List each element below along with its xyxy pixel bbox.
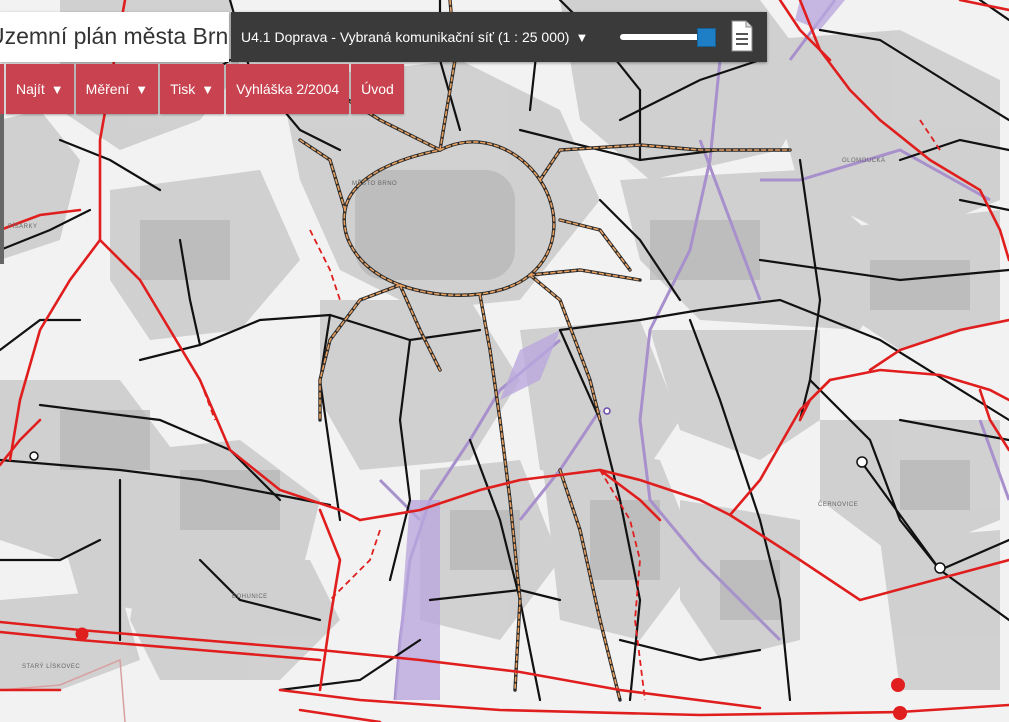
place-label-pisarky: PÍSÁRKY [8, 223, 38, 230]
side-panel-edge[interactable] [0, 114, 4, 264]
opacity-slider-track[interactable] [620, 34, 708, 40]
place-label-stary-liskovec: STARÝ LÍSKOVEC [22, 663, 80, 670]
chevron-down-icon: ▼ [50, 82, 64, 97]
place-label-olomoucka: OLOMOUCKÁ [842, 157, 886, 164]
menu-item-label: Tisk [170, 81, 196, 97]
layer-select-label: U4.1 Doprava - Vybraná komunikační síť (… [241, 29, 570, 45]
menu-item-label: Měření [85, 81, 130, 97]
opacity-slider-thumb[interactable] [697, 28, 716, 47]
menu-item-tisk[interactable]: Tisk ▼ [160, 64, 225, 114]
main-menu: Najít ▼ Měření ▼ Tisk ▼ Vyhláška 2/2004 Úvo… [0, 64, 406, 114]
place-label-bohunice: BOHUNICE [232, 594, 268, 600]
document-icon[interactable] [730, 20, 754, 52]
chevron-down-icon: ▼ [135, 82, 149, 97]
chevron-down-icon: ▼ [575, 30, 589, 45]
app-title: Územní plán města Brna [0, 23, 229, 49]
layer-toolbar: U4.1 Doprava - Vybraná komunikační síť (… [231, 12, 767, 62]
place-label-cernovice: ČERNOVICE [818, 501, 858, 508]
menu-item-label: Najít [16, 81, 45, 97]
layer-select-dropdown[interactable]: U4.1 Doprava - Vybraná komunikační síť (… [241, 29, 588, 45]
menu-item-label: Úvod [361, 81, 394, 97]
menu-item-uvod[interactable]: Úvod [351, 64, 404, 114]
menu-left-handle[interactable] [0, 64, 4, 114]
menu-item-label: Vyhláška 2/2004 [236, 81, 340, 97]
menu-item-najit[interactable]: Najít ▼ [6, 64, 74, 114]
menu-item-mereni[interactable]: Měření ▼ [75, 64, 159, 114]
place-label-mesto-brno: MĚSTO BRNO [352, 179, 397, 187]
app-title-panel: Územní plán města Brna [0, 12, 229, 62]
menu-item-vyhlaska[interactable]: Vyhláška 2/2004 [226, 64, 350, 114]
chevron-down-icon: ▼ [201, 82, 215, 97]
